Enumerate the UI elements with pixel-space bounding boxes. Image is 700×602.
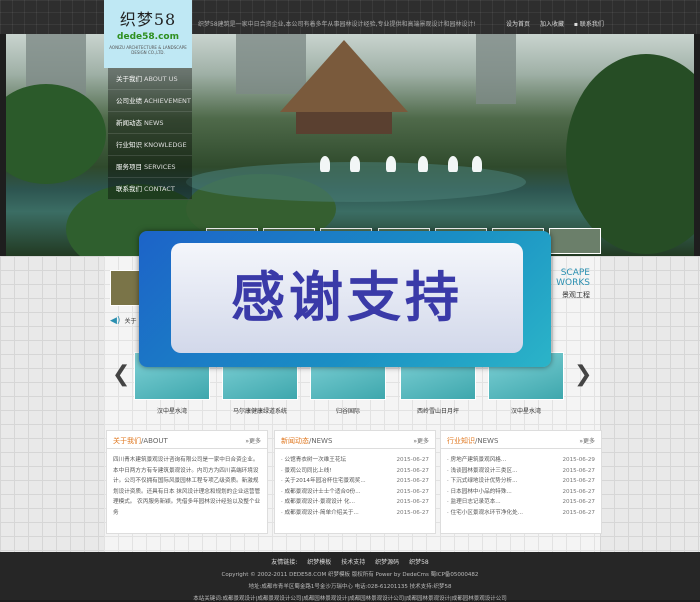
news-panel: 新闻动态/NEWS »更多 · 公馆青衣树一次维王花坛 2015-06-27 · …	[274, 430, 436, 534]
footer-link[interactable]: 织梦源码	[375, 559, 399, 566]
list-item[interactable]: · 成都景观设计·简单介绍关于... 2015-06-27	[281, 508, 429, 519]
list-item[interactable]: · 景观公司同比上线! 2015-06-27	[281, 466, 429, 477]
news-more-link[interactable]: »更多	[413, 436, 429, 445]
footer-link[interactable]: 织梦58	[409, 559, 429, 566]
keywords: 本站关键词:成都景观设计|成都景观设计公司|成都园林景观设计|成都园林景观设计公…	[193, 596, 507, 602]
add-favorite-link[interactable]: 加入收藏	[540, 21, 564, 28]
address: 地址:成都市青羊区蜀金路1号金沙万瑞中心 电话:028-61201135 技术支…	[248, 584, 452, 590]
logo-subtitle: AONIZU ARCHITECTURE & LANDSCAPE DESIGN C…	[109, 45, 187, 55]
pavilion-shape	[280, 40, 408, 112]
about-panel: 关于我们/ABOUT »更多 四川青木建筑景观设计咨询有限公司是一家中日合资企业…	[106, 430, 268, 534]
copyright: Copyright © 2002-2011 DEDE58.COM 织梦模板 版权…	[221, 572, 479, 578]
nav-item-news[interactable]: 新闻动态 NEWS	[108, 112, 192, 134]
knowledge-panel: 行业知识/NEWS »更多 · 房地产建筑景观风格... 2015-06-29 ·…	[440, 430, 602, 534]
list-item[interactable]: · 关于2014年园冶杯住宅景观奖... 2015-06-27	[281, 476, 429, 487]
next-arrow-icon[interactable]: ❯	[574, 362, 592, 387]
footer-link[interactable]: 织梦模板	[307, 559, 331, 566]
thanks-text: 感谢支持	[171, 243, 523, 353]
list-item[interactable]: · 浅谈园林景观设计三类区... 2015-06-27	[447, 466, 595, 477]
contact-link[interactable]: ▪ 联系我们	[574, 21, 612, 28]
list-item[interactable]: · 房地产建筑景观风格... 2015-06-29	[447, 455, 595, 466]
top-links: 设为首页 加入收藏 ▪ 联系我们	[506, 19, 620, 28]
friend-links: 友情链接: 织梦模板 技术支持 织梦源码 织梦58	[271, 559, 429, 566]
thanks-overlay[interactable]: 感谢支持	[139, 231, 551, 367]
list-item[interactable]: · 成都景观设计·景观设计 化... 2015-06-27	[281, 497, 429, 508]
about-text: 四川青木建筑景观设计咨询有限公司是一家中日合资企业。本中日两方方有专建筑景观设计…	[113, 457, 261, 516]
prev-arrow-icon[interactable]: ❮	[112, 362, 130, 387]
main-nav: 关于我们 ABOUT US 公司业绩 ACHIEVEMENT 新闻动态 NEWS 行业…	[108, 68, 192, 200]
nav-item-about[interactable]: 关于我们 ABOUT US	[108, 68, 192, 90]
nav-item-knowledge[interactable]: 行业知识 KNOWLEDGE	[108, 134, 192, 156]
case-image[interactable]	[110, 270, 140, 306]
nav-item-services[interactable]: 服务项目 SERVICES	[108, 156, 192, 178]
works-label: SCAPE WORKS 景观工程	[556, 268, 590, 299]
list-item[interactable]: · 成都景观设计士士个适合0份... 2015-06-27	[281, 487, 429, 498]
list-item[interactable]: · 监理日志记录范本... 2015-06-27	[447, 497, 595, 508]
banner-thumb[interactable]	[549, 228, 602, 254]
speaker-icon: ◀)	[110, 316, 121, 326]
list-item[interactable]: · 下沉式绿地设计优势分析... 2015-06-27	[447, 476, 595, 487]
list-item[interactable]: · 日本园林中小品的特殊... 2015-06-27	[447, 487, 595, 498]
list-item[interactable]: · 住宅小区景观水环节净化处... 2015-06-27	[447, 508, 595, 519]
about-more-link[interactable]: »更多	[245, 436, 261, 445]
right-sketch-bg	[600, 256, 700, 552]
nav-item-contact[interactable]: 联系我们 CONTACT	[108, 178, 192, 200]
knowledge-more-link[interactable]: »更多	[579, 436, 595, 445]
nav-item-achievement[interactable]: 公司业绩 ACHIEVEMENT	[108, 90, 192, 112]
logo-title: 织梦58	[119, 10, 177, 29]
footer: 友情链接: 织梦模板 技术支持 织梦源码 织梦58 Copyright © 20…	[0, 552, 700, 602]
header-intro: 织梦58建筑是一家中日合资企业,本公司有着多年从事园林设计经验,专业提供和高端景…	[198, 21, 476, 28]
notice-bar: ◀) 关于	[110, 316, 137, 326]
list-item[interactable]: · 公馆青衣树一次维王花坛 2015-06-27	[281, 455, 429, 466]
left-sketch-bg	[0, 256, 104, 552]
footer-link[interactable]: 技术支持	[341, 559, 365, 566]
set-homepage-link[interactable]: 设为首页	[506, 21, 530, 28]
logo[interactable]: 织梦58 dede58.com AONIZU ARCHITECTURE & LA…	[104, 0, 192, 68]
logo-domain: dede58.com	[117, 32, 179, 42]
